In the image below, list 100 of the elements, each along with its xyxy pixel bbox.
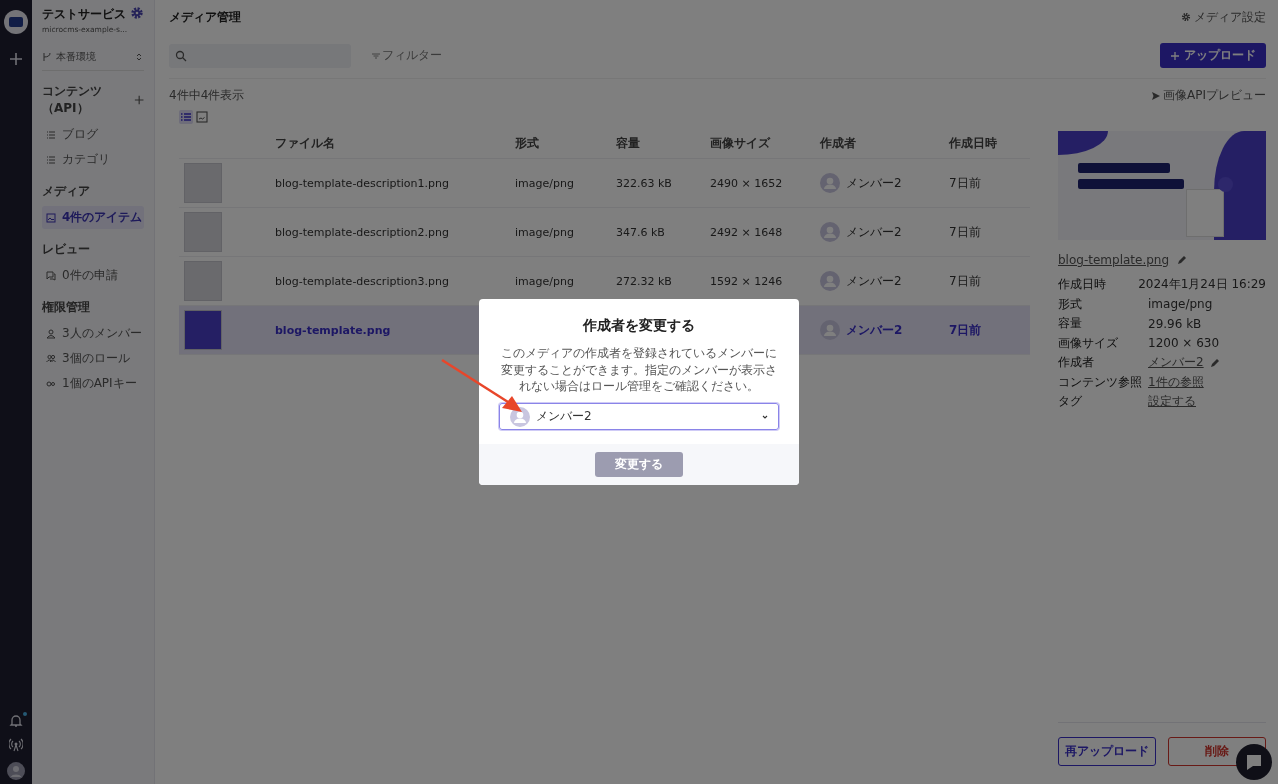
section-heading: 権限管理	[42, 299, 90, 316]
field-value: 29.96 kB	[1148, 316, 1202, 331]
member-select[interactable]: メンバー2	[499, 403, 779, 431]
key-icon	[46, 378, 56, 389]
search-field[interactable]	[169, 43, 351, 68]
table-row[interactable]: blog-template-description1.png image/png 322.63 kB 2490 × 1652 メンバー2 7日前	[179, 159, 1030, 208]
field-label: 形式	[1058, 295, 1083, 313]
dialog-title: 作成者を変更する	[583, 316, 695, 335]
result-count: 4件中4件表示	[169, 87, 245, 104]
field-label: 画像サイズ	[1058, 334, 1119, 352]
file-name-cell-text: blog-template.png	[275, 323, 392, 337]
field-label: 作成日時	[1058, 276, 1107, 294]
field-link[interactable]: メンバー2	[1148, 354, 1204, 372]
column-header: 形式	[515, 134, 540, 152]
add-icon[interactable]	[133, 94, 144, 106]
sidebar-item[interactable]: ブログ	[42, 123, 144, 146]
sidebar-item[interactable]: 3人のメンバー	[42, 322, 144, 345]
image-thumbnail	[184, 212, 222, 252]
author-name: メンバー2	[846, 223, 902, 241]
list-icon	[46, 129, 56, 140]
column-header: 作成者	[820, 134, 857, 152]
table-cell-text: image/png	[515, 225, 575, 239]
table-cell-text: 7日前	[949, 174, 982, 192]
author-name: メンバー2	[846, 174, 902, 192]
sort-arrows-icon	[134, 52, 144, 62]
image-thumbnail	[184, 163, 222, 203]
settings-icon[interactable]	[130, 6, 144, 20]
review-icon	[46, 270, 56, 281]
field-label: コンテンツ参照	[1058, 373, 1143, 391]
field-link[interactable]: 1件の参照	[1148, 373, 1204, 391]
service-logo-icon[interactable]	[4, 10, 28, 34]
avatar-icon	[820, 320, 840, 340]
filter-button[interactable]: フィルター	[365, 46, 448, 65]
list-icon	[46, 154, 56, 165]
list-icon	[180, 111, 192, 123]
sidebar-item[interactable]: 4件のアイテム	[42, 206, 144, 229]
section-heading: レビュー	[42, 241, 90, 258]
table-row[interactable]: blog-template-description2.png image/png 347.6 kB 2492 × 1648 メンバー2 7日前	[179, 208, 1030, 257]
edit-icon[interactable]	[1209, 357, 1220, 368]
file-name-link[interactable]: blog-template.png	[1058, 253, 1170, 267]
filter-icon	[371, 50, 381, 61]
avatar-icon	[820, 271, 840, 291]
field-label: 容量	[1058, 315, 1083, 333]
image-icon	[196, 111, 208, 123]
field-value: 2024年1月24日 16:29	[1138, 276, 1266, 294]
file-name-cell-text: blog-template-description1.png	[275, 176, 450, 190]
upload-button[interactable]: アップロード	[1160, 43, 1266, 68]
file-name-cell-text: blog-template-description3.png	[275, 274, 450, 288]
section-heading: メディア	[42, 183, 90, 200]
send-icon	[1151, 90, 1161, 101]
plus-icon	[1170, 50, 1180, 61]
list-view-toggle[interactable]	[179, 110, 193, 124]
author-name: メンバー2	[846, 272, 902, 290]
edit-icon[interactable]	[1177, 255, 1188, 265]
grid-view-toggle[interactable]	[195, 110, 209, 124]
table-cell-text: 2492 × 1648	[710, 225, 784, 239]
file-name-cell-text: blog-template-description2.png	[275, 225, 450, 239]
member-icon	[46, 328, 56, 339]
field-label: タグ	[1058, 393, 1083, 411]
sidebar-item[interactable]: 0件の申請	[42, 264, 144, 287]
section-heading: コンテンツ（API）	[42, 83, 103, 117]
column-header: 作成日時	[949, 134, 998, 152]
field-label: 作成者	[1058, 354, 1095, 372]
image-api-preview-link[interactable]: 画像APIプレビュー	[1151, 87, 1266, 104]
environment-selector[interactable]: 本番環境	[42, 40, 144, 71]
image-thumbnail	[184, 310, 222, 350]
sidebar-item[interactable]: カテゴリ	[42, 148, 144, 171]
table-cell-text: image/png	[515, 274, 575, 288]
settings-icon	[1181, 12, 1191, 22]
table-cell-text: 7日前	[949, 272, 982, 290]
avatar-icon	[820, 173, 840, 193]
user-avatar-icon[interactable]	[7, 762, 25, 780]
chat-icon[interactable]	[1236, 744, 1272, 780]
table-cell-text: 1592 × 1246	[710, 274, 784, 288]
table-cell-text: 2490 × 1652	[710, 176, 784, 190]
image-icon	[46, 212, 56, 223]
table-cell-text: 7日前	[949, 223, 982, 241]
sidebar-item[interactable]: 1個のAPIキー	[42, 372, 144, 395]
table-cell-text: 322.63 kB	[616, 176, 673, 190]
column-header: 画像サイズ	[710, 134, 772, 152]
table-cell-text: 272.32 kB	[616, 274, 673, 288]
author-name: メンバー2	[846, 321, 903, 339]
avatar-icon	[510, 406, 530, 427]
field-value: 1200 × 630	[1148, 336, 1220, 351]
field-link[interactable]: 設定する	[1148, 393, 1196, 411]
avatar-icon	[820, 222, 840, 242]
broadcast-icon[interactable]	[9, 738, 23, 752]
branch-icon	[42, 52, 52, 62]
search-icon	[175, 49, 187, 62]
reupload-button[interactable]: 再アップロード	[1058, 737, 1156, 766]
role-icon	[46, 353, 56, 364]
service-name: テストサービス	[42, 6, 127, 23]
image-thumbnail	[184, 261, 222, 301]
column-header: 容量	[616, 134, 641, 152]
column-header: ファイル名	[275, 134, 336, 152]
plus-icon[interactable]	[9, 52, 23, 66]
table-cell-text: 7日前	[949, 321, 983, 339]
sidebar-item[interactable]: 3個のロール	[42, 347, 144, 370]
table-cell-text: image/png	[515, 176, 575, 190]
media-settings-link[interactable]: メディア設定	[1181, 8, 1266, 26]
